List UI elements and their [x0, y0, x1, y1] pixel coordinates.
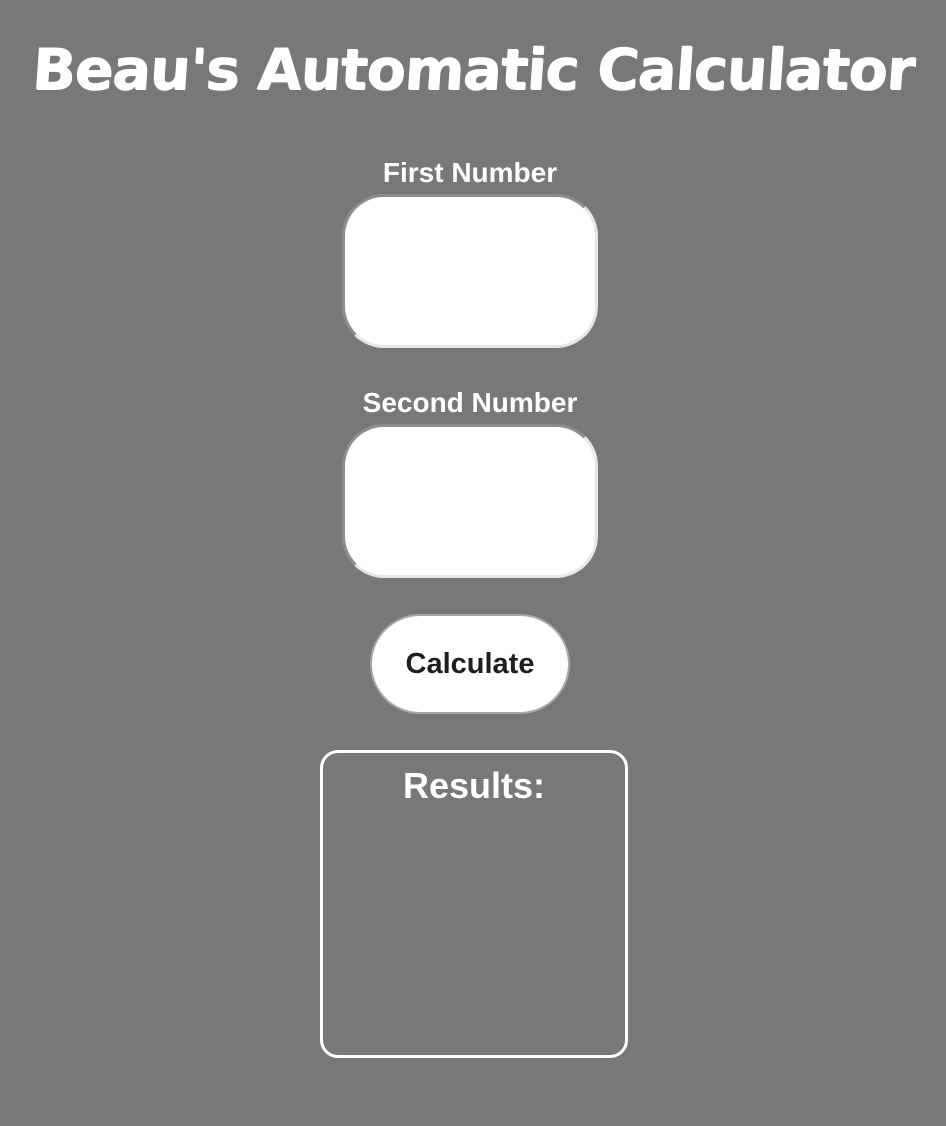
first-number-label: First Number: [382, 157, 558, 188]
second-number-input[interactable]: [342, 424, 598, 578]
first-number-input[interactable]: [342, 194, 598, 348]
second-number-label: Second Number: [362, 387, 578, 418]
results-panel: Results:: [320, 750, 628, 1058]
calculate-button[interactable]: Calculate: [370, 614, 570, 714]
results-heading: Results:: [402, 765, 546, 806]
page-title: Beau's Automatic Calculator: [29, 37, 917, 103]
